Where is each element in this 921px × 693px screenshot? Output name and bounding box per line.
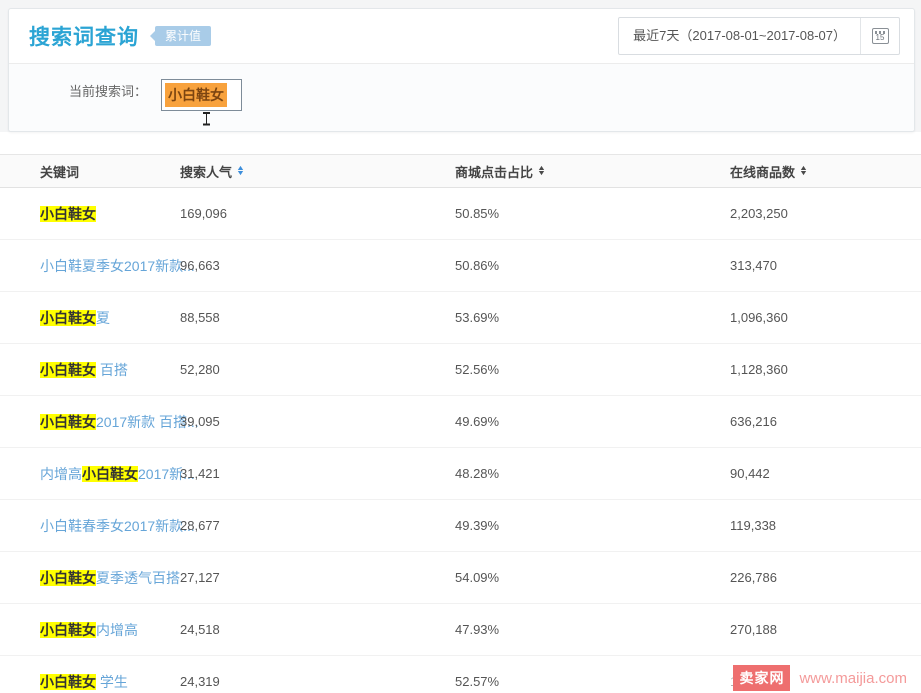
- column-label: 商城点击占比: [455, 162, 533, 181]
- keyword-link[interactable]: 小白鞋夏季女2017新款...: [40, 256, 180, 276]
- watermark: 卖家网 www.maijia.com: [731, 664, 913, 692]
- mall-click-ratio-value: 52.56%: [455, 362, 730, 377]
- keyword-text[interactable]: 小白鞋春季女2017新款...: [40, 518, 195, 534]
- online-products-value: 226,786: [730, 570, 921, 585]
- column-label: 搜索人气: [180, 162, 232, 181]
- mall-click-ratio-value: 53.69%: [455, 310, 730, 325]
- search-term-tag[interactable]: 小白鞋女: [161, 79, 242, 111]
- keyword-highlight[interactable]: 小白鞋女: [40, 362, 96, 378]
- table-row: 小白鞋女2017新款 百搭...39,09549.69%636,216: [0, 396, 921, 448]
- table-row: 小白鞋春季女2017新款...28,67749.39%119,338: [0, 500, 921, 552]
- keyword-link[interactable]: 小白鞋女2017新款 百搭...: [40, 412, 180, 432]
- online-products-value: 313,470: [730, 258, 921, 273]
- search-popularity-value: 39,095: [180, 414, 455, 429]
- calendar-button[interactable]: 15: [861, 18, 899, 54]
- search-popularity-value: 24,319: [180, 674, 455, 689]
- mall-click-ratio-value: 48.28%: [455, 466, 730, 481]
- table-row: 小白鞋女内增高24,51847.93%270,188: [0, 604, 921, 656]
- column-header-3[interactable]: 在线商品数 ▲▼: [730, 162, 921, 181]
- page-title: 搜索词查询: [29, 21, 139, 51]
- watermark-brand-logo: 卖家网: [733, 665, 790, 691]
- search-popularity-value: 24,518: [180, 622, 455, 637]
- table-row: 小白鞋女夏88,55853.69%1,096,360: [0, 292, 921, 344]
- mall-click-ratio-value: 47.93%: [455, 622, 730, 637]
- online-products-value: 2,203,250: [730, 206, 921, 221]
- search-popularity-value: 28,677: [180, 518, 455, 533]
- keyword-highlight[interactable]: 小白鞋女: [40, 622, 96, 638]
- mall-click-ratio-value: 52.57%: [455, 674, 730, 689]
- mall-click-ratio-value: 54.09%: [455, 570, 730, 585]
- online-products-value: 119,338: [730, 518, 921, 533]
- keyword-highlight[interactable]: 小白鞋女: [82, 466, 138, 482]
- mall-click-ratio-value: 49.69%: [455, 414, 730, 429]
- keyword-link[interactable]: 小白鞋女夏: [40, 308, 180, 328]
- mall-click-ratio-value: 50.85%: [455, 206, 730, 221]
- keyword-link[interactable]: 小白鞋女 百搭: [40, 360, 180, 380]
- search-popularity-value: 27,127: [180, 570, 455, 585]
- card-titlebar: 搜索词查询 累计值 最近7天（2017-08-01~2017-08-07） 15: [9, 9, 914, 63]
- online-products-value: 90,442: [730, 466, 921, 481]
- table-row: 小白鞋夏季女2017新款...96,66350.86%313,470: [0, 240, 921, 292]
- sort-arrows-icon[interactable]: ▲▼: [237, 166, 244, 176]
- keyword-link[interactable]: 小白鞋女 学生: [40, 672, 180, 692]
- table-header: 关键词 搜索人气 ▲▼ 商城点击占比 ▲▼ 在线商品数 ▲▼: [0, 155, 921, 188]
- filter-row: 当前搜索词： 小白鞋女: [9, 64, 914, 131]
- table-row: 小白鞋女夏季透气百搭27,12754.09%226,786: [0, 552, 921, 604]
- keyword-text[interactable]: 内增高: [96, 622, 138, 638]
- search-term-value[interactable]: 小白鞋女: [165, 83, 227, 107]
- column-header-1[interactable]: 搜索人气 ▲▼: [180, 162, 455, 181]
- keyword-text[interactable]: 夏季透气百搭: [96, 570, 180, 586]
- online-products-value: 1,096,360: [730, 310, 921, 325]
- query-card: 搜索词查询 累计值 最近7天（2017-08-01~2017-08-07） 15…: [8, 8, 915, 132]
- keyword-text[interactable]: 内增高: [40, 466, 82, 482]
- search-popularity-value: 52,280: [180, 362, 455, 377]
- keyword-highlight[interactable]: 小白鞋女: [40, 310, 96, 326]
- title-wrap: 搜索词查询 累计值: [29, 21, 211, 51]
- online-products-value: 1,128,360: [730, 362, 921, 377]
- keyword-text[interactable]: 学生: [96, 674, 128, 690]
- search-popularity-value: 88,558: [180, 310, 455, 325]
- cumulative-badge: 累计值: [155, 26, 211, 46]
- sort-arrows-icon[interactable]: ▲▼: [800, 166, 807, 176]
- table-row: 小白鞋女 169,09650.85%2,203,250: [0, 188, 921, 240]
- table-body: 小白鞋女 169,09650.85%2,203,250 小白鞋夏季女2017新款..…: [0, 188, 921, 693]
- keyword-text[interactable]: 小白鞋夏季女2017新款...: [40, 258, 195, 274]
- online-products-value: 270,188: [730, 622, 921, 637]
- search-popularity-value: 169,096: [180, 206, 455, 221]
- mall-click-ratio-value: 49.39%: [455, 518, 730, 533]
- column-header-0: 关键词: [40, 162, 180, 181]
- keyword-link[interactable]: 小白鞋春季女2017新款...: [40, 516, 180, 536]
- watermark-site-url: www.maijia.com: [799, 670, 911, 687]
- date-range-control[interactable]: 最近7天（2017-08-01~2017-08-07） 15: [618, 17, 900, 55]
- text-cursor-icon: [202, 112, 211, 125]
- keyword-table: 关键词搜索人气▲▼商城点击占比▲▼在线商品数▲▼ 小白鞋女169,09650.8…: [0, 154, 921, 693]
- keyword-highlight[interactable]: 小白鞋女: [40, 414, 96, 430]
- keyword-highlight[interactable]: 小白鞋女: [40, 570, 96, 586]
- keyword-link[interactable]: 小白鞋女内增高: [40, 620, 180, 640]
- keyword-link[interactable]: 小白鞋女: [40, 204, 180, 224]
- current-term-label: 当前搜索词：: [69, 79, 147, 105]
- keyword-link[interactable]: 内增高小白鞋女2017新...: [40, 464, 180, 484]
- keyword-text[interactable]: 夏: [96, 310, 110, 326]
- keyword-highlight[interactable]: 小白鞋女: [40, 674, 96, 690]
- mall-click-ratio-value: 50.86%: [455, 258, 730, 273]
- online-products-value: 636,216: [730, 414, 921, 429]
- keyword-link[interactable]: 小白鞋女夏季透气百搭: [40, 568, 180, 588]
- column-header-2[interactable]: 商城点击占比 ▲▼: [455, 162, 730, 181]
- table-row: 内增高小白鞋女2017新...31,42148.28%90,442: [0, 448, 921, 500]
- table-row: 小白鞋女 百搭52,28052.56%1,128,360: [0, 344, 921, 396]
- search-popularity-value: 31,421: [180, 466, 455, 481]
- keyword-highlight[interactable]: 小白鞋女: [40, 206, 96, 222]
- calendar-icon: 15: [872, 28, 889, 44]
- page-top: 搜索词查询 累计值 最近7天（2017-08-01~2017-08-07） 15…: [0, 0, 921, 132]
- keyword-text[interactable]: 百搭: [96, 362, 128, 378]
- column-label: 在线商品数: [730, 162, 795, 181]
- column-label: 关键词: [40, 162, 79, 181]
- sort-arrows-icon[interactable]: ▲▼: [538, 166, 545, 176]
- search-popularity-value: 96,663: [180, 258, 455, 273]
- date-range-text[interactable]: 最近7天（2017-08-01~2017-08-07）: [619, 18, 861, 54]
